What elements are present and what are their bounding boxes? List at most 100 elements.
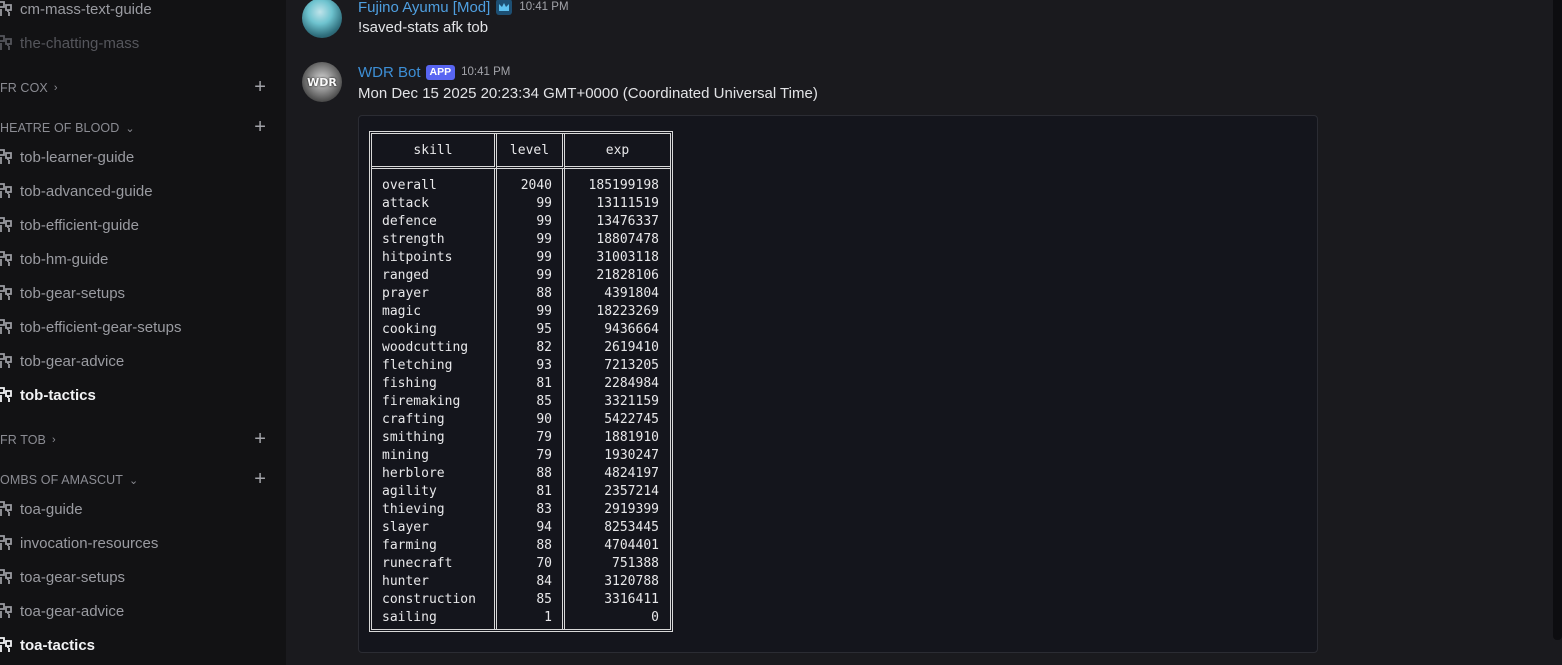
forum-threads-icon <box>0 217 12 232</box>
plus-icon[interactable]: + <box>254 77 266 97</box>
table-row: herblore 88 4824197 <box>372 465 670 483</box>
sidebar-channel[interactable]: tob-tactics <box>0 381 280 409</box>
chevron-icon: › <box>51 434 56 446</box>
cell-skill: sailing <box>372 609 497 629</box>
sidebar-channel[interactable]: toa-guide <box>0 495 280 523</box>
sidebar-category[interactable]: HEATRE OF BLOOD ⌄ + <box>0 117 272 138</box>
table-row: crafting 90 5422745 <box>372 411 670 429</box>
cell-exp: 3316411 <box>604 592 659 607</box>
table-row: strength 99 18807478 <box>372 231 670 249</box>
bot-avatar[interactable]: WDR <box>302 62 342 102</box>
cell-skill: hunter <box>372 573 497 591</box>
table-row: agility 81 2357214 <box>372 483 670 501</box>
plus-icon[interactable]: + <box>254 469 266 489</box>
sidebar-channel[interactable]: toa-tactics <box>0 631 280 659</box>
sidebar-channel-label: tob-hm-guide <box>20 250 109 268</box>
cell-skill: farming <box>372 537 497 555</box>
sidebar-channel[interactable]: tob-efficient-gear-setups <box>0 313 280 341</box>
sidebar-category[interactable]: FR TOB › + <box>0 429 272 450</box>
channel-sidebar: cm-mass-text-guide the-chatting-mass FR CO… <box>0 0 286 665</box>
scrollbar[interactable] <box>1553 0 1562 640</box>
table-row: cooking 95 9436664 <box>372 321 670 339</box>
sidebar-channel-label: tob-gear-advice <box>20 352 125 370</box>
sidebar-channel[interactable]: tob-learner-guide <box>0 143 280 171</box>
table-row: farming 88 4704401 <box>372 537 670 555</box>
forum-threads-icon <box>0 569 12 584</box>
table-header-row: skill level exp <box>372 134 670 169</box>
cell-exp: 18223269 <box>596 304 659 319</box>
sidebar-channel[interactable]: the-chatting-mass <box>0 29 280 57</box>
cell-exp: 1881910 <box>604 430 659 445</box>
table-row: fishing 81 2284984 <box>372 375 670 393</box>
cell-exp: 13476337 <box>596 214 659 229</box>
cell-exp: 4391804 <box>604 286 659 301</box>
chevron-icon: › <box>53 82 58 94</box>
sidebar-channel[interactable]: tob-efficient-guide <box>0 211 280 239</box>
cell-skill: smithing <box>372 429 497 447</box>
sidebar-category[interactable]: OMBS OF AMASCUT ⌄ + <box>0 469 272 490</box>
plus-icon[interactable]: + <box>254 429 266 449</box>
table-row: prayer 88 4391804 <box>372 285 670 303</box>
table-row: hunter 84 3120788 <box>372 573 670 591</box>
sidebar-channel[interactable]: toa-gear-setups <box>0 563 280 591</box>
cell-level: 99 <box>497 249 565 267</box>
cell-exp: 2357214 <box>604 484 659 499</box>
forum-threads-icon <box>0 637 12 652</box>
sidebar-channel-label: tob-advanced-guide <box>20 182 153 200</box>
chevron-icon: ⌄ <box>129 474 139 487</box>
forum-threads-icon <box>0 353 12 368</box>
cell-exp: 2284984 <box>604 376 659 391</box>
user-avatar[interactable] <box>302 0 342 38</box>
cell-skill: defence <box>372 213 497 231</box>
cell-level: 70 <box>497 555 565 573</box>
cell-skill: ranged <box>372 267 497 285</box>
sidebar-channel-label: toa-gear-setups <box>20 568 126 586</box>
stats-table: skill level exp overall 2040 185199198 atta… <box>369 131 673 632</box>
cell-exp: 18807478 <box>596 232 659 247</box>
timestamp: 10:41 PM <box>461 66 511 78</box>
cell-level: 84 <box>497 573 565 591</box>
sidebar-category[interactable]: FR COX › + <box>0 77 272 98</box>
table-row: ranged 99 21828106 <box>372 267 670 285</box>
cell-level: 79 <box>497 429 565 447</box>
sidebar-channel[interactable]: invocation-resources <box>0 529 280 557</box>
cell-level: 99 <box>497 195 565 213</box>
table-row: firemaking 85 3321159 <box>372 393 670 411</box>
cell-level: 99 <box>497 267 565 285</box>
cell-exp: 185199198 <box>588 178 659 193</box>
cell-skill: firemaking <box>372 393 497 411</box>
sidebar-channel[interactable]: tob-hm-guide <box>0 245 280 273</box>
plus-icon[interactable]: + <box>254 117 266 137</box>
cell-exp: 7213205 <box>604 358 659 373</box>
table-row: thieving 83 2919399 <box>372 501 670 519</box>
moderator-crown-icon[interactable] <box>495 0 513 16</box>
cell-exp: 1930247 <box>604 448 659 463</box>
cell-skill: crafting <box>372 411 497 429</box>
cell-skill: prayer <box>372 285 497 303</box>
sidebar-channel[interactable]: tob-advanced-guide <box>0 177 280 205</box>
forum-threads-icon <box>0 387 12 402</box>
cell-skill: hitpoints <box>372 249 497 267</box>
sidebar-category-label: OMBS OF AMASCUT <box>0 473 124 487</box>
sidebar-channel[interactable]: tob-gear-advice <box>0 347 280 375</box>
cell-exp: 3321159 <box>604 394 659 409</box>
cell-level: 1 <box>497 609 565 629</box>
forum-threads-icon <box>0 251 12 266</box>
sidebar-channel-label: the-chatting-mass <box>20 34 140 52</box>
message-content: Mon Dec 15 2025 20:23:34 GMT+0000 (Coord… <box>358 85 818 102</box>
cell-skill: woodcutting <box>372 339 497 357</box>
sidebar-channel[interactable]: tob-gear-setups <box>0 279 280 307</box>
author-name[interactable]: Fujino Ayumu [Mod] <box>358 0 490 16</box>
cell-exp: 0 <box>651 610 659 625</box>
forum-threads-icon <box>0 183 12 198</box>
cell-exp: 2919399 <box>604 502 659 517</box>
forum-threads-icon <box>0 603 12 618</box>
author-name[interactable]: WDR Bot <box>358 64 421 81</box>
sidebar-channel[interactable]: cm-mass-text-guide <box>0 0 280 23</box>
table-row: smithing 79 1881910 <box>372 429 670 447</box>
sidebar-channel[interactable]: toa-gear-advice <box>0 597 280 625</box>
forum-threads-icon <box>0 535 12 550</box>
cell-skill: herblore <box>372 465 497 483</box>
cell-skill: mining <box>372 447 497 465</box>
cell-level: 99 <box>497 303 565 321</box>
